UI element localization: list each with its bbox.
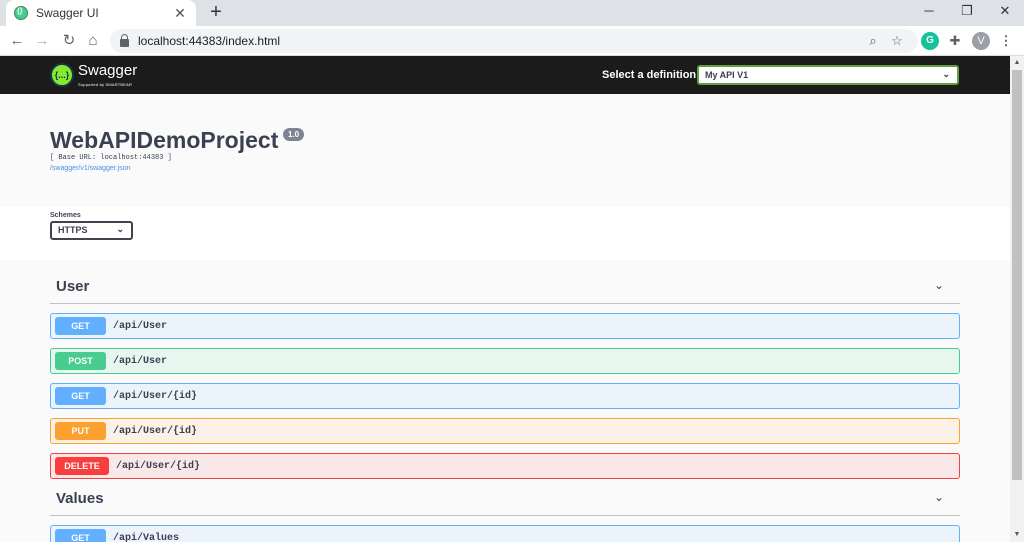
tag-header-values[interactable]: Values ⌄ xyxy=(50,490,960,516)
page-viewport: {...} Swagger Supported by SMARTBEAR Sel… xyxy=(0,56,1010,542)
operation-put-user-id[interactable]: PUT /api/User/{id} xyxy=(50,418,960,444)
method-badge: GET xyxy=(55,529,106,542)
schemes-section: Schemes HTTPS ⌄ xyxy=(0,206,1010,260)
reload-icon[interactable]: ↻ xyxy=(58,30,80,52)
operation-path: /api/User xyxy=(113,320,168,332)
browser-menu-icon[interactable]: ⋮ xyxy=(997,32,1015,50)
url-text[interactable]: localhost:44383/index.html xyxy=(138,34,280,48)
swagger-favicon-icon xyxy=(14,6,28,20)
minimize-icon[interactable]: ─ xyxy=(910,0,948,24)
browser-toolbar: ← → ↻ ⌂ localhost:44383/index.html ⌕ ☆ G… xyxy=(0,26,1024,56)
scroll-down-icon[interactable]: ▼ xyxy=(1010,528,1024,542)
tag-name: Values xyxy=(56,490,104,507)
browser-tabbar: Swagger UI ✕ + ─ ❐ ✕ xyxy=(0,0,1024,26)
extensions-puzzle-icon[interactable]: ✚ xyxy=(946,32,964,50)
chevron-down-icon: ⌄ xyxy=(116,224,124,234)
base-url: [ Base URL: localhost:44383 ] xyxy=(50,154,172,162)
address-bar[interactable]: localhost:44383/index.html ⌕ ☆ xyxy=(110,29,918,53)
swagger-logo[interactable]: {...} Swagger Supported by SMARTBEAR xyxy=(50,62,137,87)
api-info: WebAPIDemoProject 1.0 [ Base URL: localh… xyxy=(0,94,1010,206)
chevron-down-icon[interactable]: ⌄ xyxy=(934,278,944,292)
operation-path: /api/User/{id} xyxy=(113,390,198,402)
schemes-label: Schemes xyxy=(50,212,81,219)
restore-icon[interactable]: ❐ xyxy=(948,0,986,24)
swagger-topbar: {...} Swagger Supported by SMARTBEAR Sel… xyxy=(0,56,1010,94)
zoom-icon[interactable]: ⌕ xyxy=(864,32,882,50)
method-badge: PUT xyxy=(55,422,106,440)
swagger-logo-text: Swagger xyxy=(78,62,138,79)
definition-select[interactable]: My API V1 ⌄ xyxy=(697,65,959,85)
operations-section: User ⌄ GET /api/User POST /api/User GET … xyxy=(0,260,1010,542)
bookmark-star-icon[interactable]: ☆ xyxy=(888,32,906,50)
operation-get-user[interactable]: GET /api/User xyxy=(50,313,960,339)
operation-path: /api/User xyxy=(113,355,168,367)
method-badge: GET xyxy=(55,317,106,335)
tab-title: Swagger UI xyxy=(36,6,99,20)
scheme-select-value: HTTPS xyxy=(58,225,88,235)
scrollbar-thumb[interactable] xyxy=(1012,70,1022,480)
operation-get-user-id[interactable]: GET /api/User/{id} xyxy=(50,383,960,409)
smartbear-subtitle: Supported by SMARTBEAR xyxy=(78,82,133,87)
method-badge: POST xyxy=(55,352,106,370)
tag-header-user[interactable]: User ⌄ xyxy=(50,278,960,304)
profile-avatar[interactable]: V xyxy=(972,32,990,50)
version-badge: 1.0 xyxy=(283,128,305,141)
grammarly-extension-icon[interactable]: G xyxy=(921,32,939,50)
close-tab-icon[interactable]: ✕ xyxy=(172,5,188,22)
home-icon[interactable]: ⌂ xyxy=(82,30,104,52)
page-scrollbar[interactable]: ▲ ▼ xyxy=(1010,56,1024,542)
new-tab-button[interactable]: + xyxy=(206,2,226,22)
tag-name: User xyxy=(56,278,90,295)
operation-delete-user-id[interactable]: DELETE /api/User/{id} xyxy=(50,453,960,479)
api-title: WebAPIDemoProject xyxy=(50,127,279,153)
operation-post-user[interactable]: POST /api/User xyxy=(50,348,960,374)
chevron-down-icon[interactable]: ⌄ xyxy=(934,490,944,504)
swagger-json-link[interactable]: /swagger/v1/swagger.json xyxy=(50,165,131,172)
definition-select-value: My API V1 xyxy=(705,70,749,80)
scroll-up-icon[interactable]: ▲ xyxy=(1010,56,1024,70)
forward-icon[interactable]: → xyxy=(31,30,53,52)
chevron-down-icon: ⌄ xyxy=(942,69,950,79)
schemes-select[interactable]: HTTPS ⌄ xyxy=(50,221,133,240)
operation-path: /api/User/{id} xyxy=(116,460,201,472)
lock-icon[interactable] xyxy=(120,33,129,47)
operation-path: /api/User/{id} xyxy=(113,425,198,437)
close-window-icon[interactable]: ✕ xyxy=(986,0,1024,24)
swagger-logo-icon: {...} xyxy=(50,62,74,87)
window-controls: ─ ❐ ✕ xyxy=(910,0,1024,24)
definition-label: Select a definition xyxy=(602,69,697,81)
browser-tab[interactable]: Swagger UI ✕ xyxy=(6,0,196,26)
back-icon[interactable]: ← xyxy=(6,30,28,52)
method-badge: GET xyxy=(55,387,106,405)
method-badge: DELETE xyxy=(55,457,109,475)
operation-path: /api/Values xyxy=(113,532,180,542)
operation-get-values[interactable]: GET /api/Values xyxy=(50,525,960,542)
